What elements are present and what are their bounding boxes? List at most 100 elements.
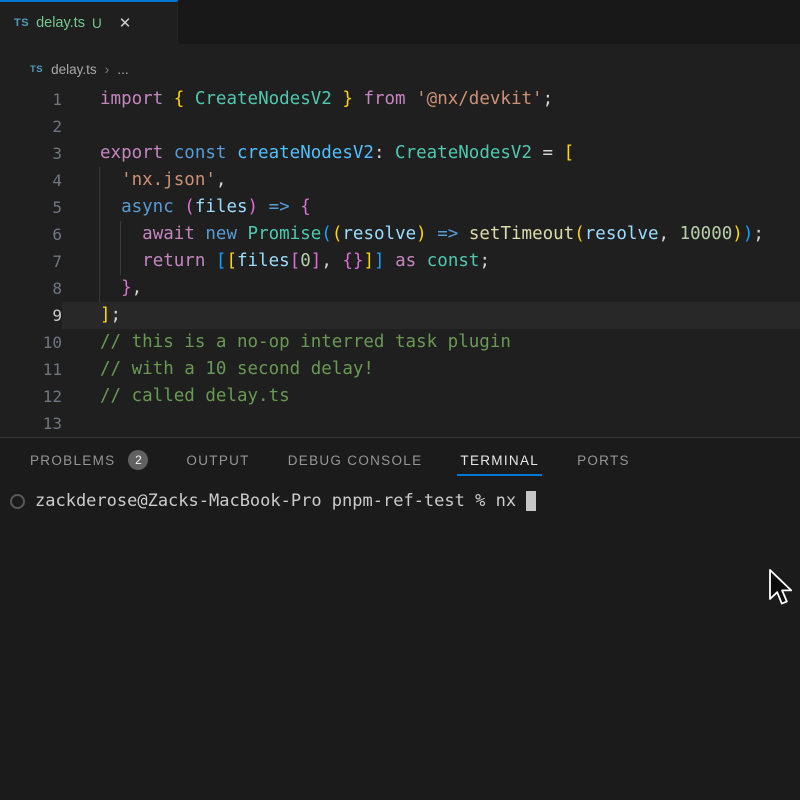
code-line[interactable]: 12// called delay.ts <box>0 383 800 410</box>
code-token <box>100 278 121 298</box>
code-text <box>62 410 800 437</box>
code-line[interactable]: 3export const createNodesV2: CreateNodes… <box>0 140 800 167</box>
code-token: [ <box>226 251 237 271</box>
code-token: // with a 10 second delay! <box>100 359 374 379</box>
line-number[interactable]: 12 <box>0 383 62 410</box>
line-number[interactable]: 6 <box>0 221 62 248</box>
line-number[interactable]: 4 <box>0 167 62 194</box>
code-token: as <box>385 251 427 271</box>
code-token: = <box>532 143 564 163</box>
code-token: CreateNodesV2 <box>395 143 532 163</box>
close-icon[interactable]: ✕ <box>119 14 132 32</box>
code-token: ) <box>248 197 259 217</box>
panel-tab-terminal[interactable]: TERMINAL <box>460 438 539 482</box>
panel-tab-ports[interactable]: PORTS <box>577 438 630 482</box>
code-line[interactable]: 13 <box>0 410 800 437</box>
code-token: async <box>121 197 184 217</box>
code-text: async (files) => { <box>62 194 800 221</box>
breadcrumb-symbol-ellipsis[interactable]: ... <box>117 62 128 77</box>
chevron-right-icon: › <box>105 61 110 77</box>
code-token: ] <box>374 251 385 271</box>
code-token: ] <box>364 251 375 271</box>
code-token: {} <box>342 251 363 271</box>
code-token: ( <box>184 197 195 217</box>
terminal-prompt: zackderose@Zacks-MacBook-Pro pnpm-ref-te… <box>35 491 485 511</box>
line-number[interactable]: 8 <box>0 275 62 302</box>
bottom-panel: PROBLEMS2 OUTPUT DEBUG CONSOLE TERMINAL PORT… <box>0 437 800 800</box>
panel-tab-problems[interactable]: PROBLEMS2 <box>30 438 148 482</box>
line-number[interactable]: 7 <box>0 248 62 275</box>
code-token: } <box>342 89 353 109</box>
code-line[interactable]: 1import { CreateNodesV2 } from '@nx/devk… <box>0 86 800 113</box>
panel-tab-label: TERMINAL <box>460 453 539 468</box>
terminal[interactable]: zackderose@Zacks-MacBook-Pro pnpm-ref-te… <box>0 491 800 511</box>
breadcrumb-file[interactable]: delay.ts <box>51 62 97 77</box>
panel-tab-output[interactable]: OUTPUT <box>186 438 249 482</box>
code-token: => <box>427 224 469 244</box>
code-token <box>100 224 142 244</box>
line-number[interactable]: 13 <box>0 410 62 437</box>
code-token: const <box>174 143 237 163</box>
code-token: CreateNodesV2 <box>184 89 342 109</box>
code-token: ( <box>574 224 585 244</box>
code-text: await new Promise((resolve) => setTimeou… <box>62 221 800 248</box>
code-text <box>62 113 800 140</box>
typescript-file-icon: TS <box>30 64 43 75</box>
code-token: createNodesV2 <box>237 143 374 163</box>
code-token: [ <box>564 143 575 163</box>
line-number[interactable]: 11 <box>0 356 62 383</box>
code-line[interactable]: 2 <box>0 113 800 140</box>
code-token <box>100 251 142 271</box>
code-token: resolve <box>585 224 659 244</box>
code-token: files <box>237 251 290 271</box>
terminal-cursor <box>526 491 536 511</box>
code-token: , <box>321 251 342 271</box>
code-token <box>100 170 121 190</box>
code-text: return [[files[0], {}]] as const; <box>62 248 800 275</box>
code-token: , <box>659 224 680 244</box>
code-token: resolve <box>342 224 416 244</box>
code-token: ) <box>743 224 754 244</box>
line-number[interactable]: 3 <box>0 140 62 167</box>
code-token: } <box>121 278 132 298</box>
code-token: await <box>142 224 205 244</box>
line-number[interactable]: 1 <box>0 86 62 113</box>
breadcrumb: TS delay.ts › ... <box>0 44 800 84</box>
command-decoration-circle-icon <box>10 494 25 509</box>
code-token: ] <box>100 305 111 325</box>
line-number[interactable]: 9 <box>0 302 62 329</box>
git-status-badge: U <box>92 16 102 31</box>
code-editor[interactable]: 1import { CreateNodesV2 } from '@nx/devk… <box>0 84 800 435</box>
line-number[interactable]: 10 <box>0 329 62 356</box>
panel-tab-bar: PROBLEMS2 OUTPUT DEBUG CONSOLE TERMINAL PORT… <box>0 438 800 482</box>
code-line[interactable]: 10// this is a no-op interred task plugi… <box>0 329 800 356</box>
code-line[interactable]: 4 'nx.json', <box>0 167 800 194</box>
panel-tab-debug-console[interactable]: DEBUG CONSOLE <box>288 438 423 482</box>
code-text: export const createNodesV2: CreateNodesV… <box>62 140 800 167</box>
code-token: '@nx/devkit' <box>416 89 542 109</box>
code-token: 0 <box>300 251 311 271</box>
code-token: const <box>427 251 480 271</box>
code-line[interactable]: 5 async (files) => { <box>0 194 800 221</box>
line-number[interactable]: 5 <box>0 194 62 221</box>
code-line[interactable]: 11 // with a 10 second delay! <box>0 356 800 383</box>
code-token: ; <box>543 89 554 109</box>
panel-tab-label: PROBLEMS <box>30 453 115 468</box>
code-text: }, <box>62 275 800 302</box>
code-text: import { CreateNodesV2 } from '@nx/devki… <box>62 86 800 113</box>
typescript-file-icon: TS <box>14 17 29 29</box>
code-text: // this is a no-op interred task plugin <box>62 329 800 356</box>
code-token: ) <box>732 224 743 244</box>
tab-delay-ts[interactable]: TS delay.ts U ✕ <box>0 0 178 44</box>
line-number[interactable]: 2 <box>0 113 62 140</box>
code-token: : <box>374 143 395 163</box>
code-token: , <box>132 278 143 298</box>
code-line[interactable]: 8 }, <box>0 275 800 302</box>
code-token: export <box>100 143 174 163</box>
code-token: Promise <box>248 224 322 244</box>
code-line[interactable]: 9]; <box>0 302 800 329</box>
code-token: import <box>100 89 174 109</box>
code-token: files <box>195 197 248 217</box>
terminal-command: nx <box>496 491 516 511</box>
code-token: from <box>353 89 416 109</box>
